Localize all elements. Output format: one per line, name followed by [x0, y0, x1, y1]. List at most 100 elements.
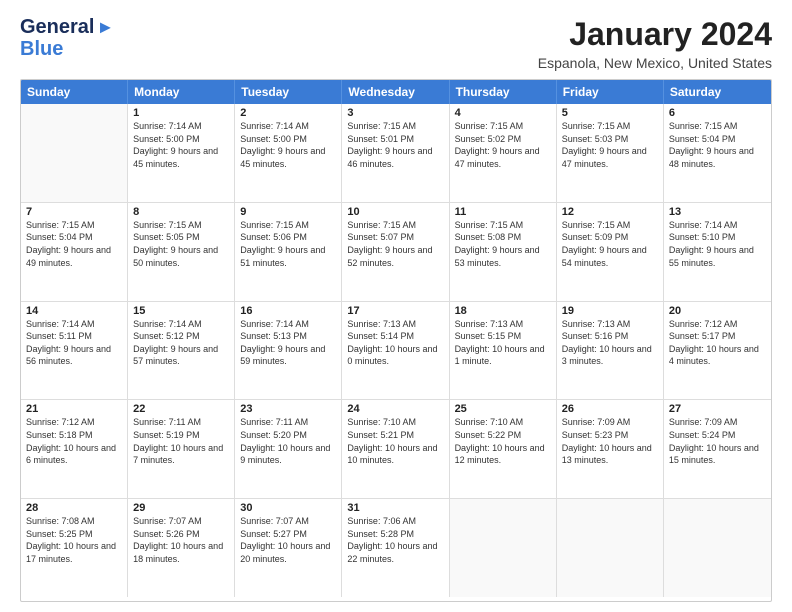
- day-info: Sunrise: 7:15 AM Sunset: 5:01 PM Dayligh…: [347, 120, 443, 170]
- day-info: Sunrise: 7:09 AM Sunset: 5:24 PM Dayligh…: [669, 416, 766, 466]
- calendar-cell: 16 Sunrise: 7:14 AM Sunset: 5:13 PM Dayl…: [235, 302, 342, 400]
- calendar-cell: 30 Sunrise: 7:07 AM Sunset: 5:27 PM Dayl…: [235, 499, 342, 597]
- day-number: 6: [669, 107, 766, 119]
- day-number: 27: [669, 403, 766, 415]
- day-info: Sunrise: 7:15 AM Sunset: 5:02 PM Dayligh…: [455, 120, 551, 170]
- calendar-cell: 31 Sunrise: 7:06 AM Sunset: 5:28 PM Dayl…: [342, 499, 449, 597]
- day-info: Sunrise: 7:13 AM Sunset: 5:15 PM Dayligh…: [455, 318, 551, 368]
- title-section: January 2024 Espanola, New Mexico, Unite…: [538, 16, 772, 71]
- calendar-cell: 7 Sunrise: 7:15 AM Sunset: 5:04 PM Dayli…: [21, 203, 128, 301]
- day-info: Sunrise: 7:12 AM Sunset: 5:17 PM Dayligh…: [669, 318, 766, 368]
- day-number: 16: [240, 305, 336, 317]
- day-number: 26: [562, 403, 658, 415]
- calendar-cell: [664, 499, 771, 597]
- day-number: 10: [347, 206, 443, 218]
- calendar-cell: 25 Sunrise: 7:10 AM Sunset: 5:22 PM Dayl…: [450, 400, 557, 498]
- day-number: 13: [669, 206, 766, 218]
- day-number: 15: [133, 305, 229, 317]
- day-info: Sunrise: 7:10 AM Sunset: 5:22 PM Dayligh…: [455, 416, 551, 466]
- calendar-cell: 1 Sunrise: 7:14 AM Sunset: 5:00 PM Dayli…: [128, 104, 235, 202]
- calendar-cell: 12 Sunrise: 7:15 AM Sunset: 5:09 PM Dayl…: [557, 203, 664, 301]
- day-info: Sunrise: 7:10 AM Sunset: 5:21 PM Dayligh…: [347, 416, 443, 466]
- calendar: SundayMondayTuesdayWednesdayThursdayFrid…: [20, 79, 772, 602]
- day-number: 21: [26, 403, 122, 415]
- calendar-header-day: Monday: [128, 80, 235, 104]
- main-title: January 2024: [538, 16, 772, 53]
- day-info: Sunrise: 7:07 AM Sunset: 5:26 PM Dayligh…: [133, 515, 229, 565]
- day-number: 19: [562, 305, 658, 317]
- day-number: 3: [347, 107, 443, 119]
- calendar-body: 1 Sunrise: 7:14 AM Sunset: 5:00 PM Dayli…: [21, 104, 771, 597]
- day-info: Sunrise: 7:11 AM Sunset: 5:20 PM Dayligh…: [240, 416, 336, 466]
- day-info: Sunrise: 7:15 AM Sunset: 5:04 PM Dayligh…: [26, 219, 122, 269]
- calendar-week-row: 28 Sunrise: 7:08 AM Sunset: 5:25 PM Dayl…: [21, 499, 771, 597]
- calendar-cell: 28 Sunrise: 7:08 AM Sunset: 5:25 PM Dayl…: [21, 499, 128, 597]
- day-info: Sunrise: 7:11 AM Sunset: 5:19 PM Dayligh…: [133, 416, 229, 466]
- calendar-cell: 2 Sunrise: 7:14 AM Sunset: 5:00 PM Dayli…: [235, 104, 342, 202]
- day-info: Sunrise: 7:15 AM Sunset: 5:03 PM Dayligh…: [562, 120, 658, 170]
- day-info: Sunrise: 7:13 AM Sunset: 5:16 PM Dayligh…: [562, 318, 658, 368]
- calendar-cell: 17 Sunrise: 7:13 AM Sunset: 5:14 PM Dayl…: [342, 302, 449, 400]
- calendar-cell: 14 Sunrise: 7:14 AM Sunset: 5:11 PM Dayl…: [21, 302, 128, 400]
- day-info: Sunrise: 7:15 AM Sunset: 5:04 PM Dayligh…: [669, 120, 766, 170]
- calendar-week-row: 7 Sunrise: 7:15 AM Sunset: 5:04 PM Dayli…: [21, 203, 771, 302]
- day-number: 14: [26, 305, 122, 317]
- day-info: Sunrise: 7:08 AM Sunset: 5:25 PM Dayligh…: [26, 515, 122, 565]
- calendar-header: SundayMondayTuesdayWednesdayThursdayFrid…: [21, 80, 771, 104]
- day-info: Sunrise: 7:09 AM Sunset: 5:23 PM Dayligh…: [562, 416, 658, 466]
- day-number: 1: [133, 107, 229, 119]
- calendar-cell: 3 Sunrise: 7:15 AM Sunset: 5:01 PM Dayli…: [342, 104, 449, 202]
- calendar-cell: 29 Sunrise: 7:07 AM Sunset: 5:26 PM Dayl…: [128, 499, 235, 597]
- day-number: 2: [240, 107, 336, 119]
- logo: General ► Blue: [20, 16, 114, 59]
- day-number: 24: [347, 403, 443, 415]
- day-info: Sunrise: 7:12 AM Sunset: 5:18 PM Dayligh…: [26, 416, 122, 466]
- calendar-header-day: Thursday: [450, 80, 557, 104]
- day-number: 29: [133, 502, 229, 514]
- calendar-cell: 26 Sunrise: 7:09 AM Sunset: 5:23 PM Dayl…: [557, 400, 664, 498]
- day-info: Sunrise: 7:14 AM Sunset: 5:10 PM Dayligh…: [669, 219, 766, 269]
- calendar-header-day: Wednesday: [342, 80, 449, 104]
- day-info: Sunrise: 7:15 AM Sunset: 5:05 PM Dayligh…: [133, 219, 229, 269]
- calendar-cell: 10 Sunrise: 7:15 AM Sunset: 5:07 PM Dayl…: [342, 203, 449, 301]
- logo-block: General ► Blue: [20, 16, 114, 59]
- calendar-cell: 8 Sunrise: 7:15 AM Sunset: 5:05 PM Dayli…: [128, 203, 235, 301]
- calendar-cell: [450, 499, 557, 597]
- day-number: 11: [455, 206, 551, 218]
- calendar-cell: 20 Sunrise: 7:12 AM Sunset: 5:17 PM Dayl…: [664, 302, 771, 400]
- calendar-cell: 22 Sunrise: 7:11 AM Sunset: 5:19 PM Dayl…: [128, 400, 235, 498]
- logo-arrow-icon: ►: [96, 17, 114, 38]
- calendar-cell: 24 Sunrise: 7:10 AM Sunset: 5:21 PM Dayl…: [342, 400, 449, 498]
- header: General ► Blue January 2024 Espanola, Ne…: [20, 16, 772, 71]
- calendar-header-day: Tuesday: [235, 80, 342, 104]
- calendar-cell: 4 Sunrise: 7:15 AM Sunset: 5:02 PM Dayli…: [450, 104, 557, 202]
- calendar-cell: [557, 499, 664, 597]
- calendar-cell: 19 Sunrise: 7:13 AM Sunset: 5:16 PM Dayl…: [557, 302, 664, 400]
- day-number: 5: [562, 107, 658, 119]
- day-number: 7: [26, 206, 122, 218]
- day-info: Sunrise: 7:13 AM Sunset: 5:14 PM Dayligh…: [347, 318, 443, 368]
- calendar-cell: 13 Sunrise: 7:14 AM Sunset: 5:10 PM Dayl…: [664, 203, 771, 301]
- day-number: 23: [240, 403, 336, 415]
- calendar-cell: 18 Sunrise: 7:13 AM Sunset: 5:15 PM Dayl…: [450, 302, 557, 400]
- calendar-cell: 5 Sunrise: 7:15 AM Sunset: 5:03 PM Dayli…: [557, 104, 664, 202]
- day-number: 12: [562, 206, 658, 218]
- calendar-week-row: 14 Sunrise: 7:14 AM Sunset: 5:11 PM Dayl…: [21, 302, 771, 401]
- day-number: 17: [347, 305, 443, 317]
- day-number: 31: [347, 502, 443, 514]
- calendar-cell: 23 Sunrise: 7:11 AM Sunset: 5:20 PM Dayl…: [235, 400, 342, 498]
- day-info: Sunrise: 7:14 AM Sunset: 5:11 PM Dayligh…: [26, 318, 122, 368]
- day-number: 25: [455, 403, 551, 415]
- day-info: Sunrise: 7:15 AM Sunset: 5:06 PM Dayligh…: [240, 219, 336, 269]
- day-info: Sunrise: 7:06 AM Sunset: 5:28 PM Dayligh…: [347, 515, 443, 565]
- calendar-cell: 6 Sunrise: 7:15 AM Sunset: 5:04 PM Dayli…: [664, 104, 771, 202]
- day-info: Sunrise: 7:15 AM Sunset: 5:08 PM Dayligh…: [455, 219, 551, 269]
- day-number: 30: [240, 502, 336, 514]
- day-number: 18: [455, 305, 551, 317]
- day-number: 28: [26, 502, 122, 514]
- day-info: Sunrise: 7:15 AM Sunset: 5:07 PM Dayligh…: [347, 219, 443, 269]
- day-number: 22: [133, 403, 229, 415]
- calendar-cell: 15 Sunrise: 7:14 AM Sunset: 5:12 PM Dayl…: [128, 302, 235, 400]
- day-info: Sunrise: 7:14 AM Sunset: 5:00 PM Dayligh…: [240, 120, 336, 170]
- day-number: 4: [455, 107, 551, 119]
